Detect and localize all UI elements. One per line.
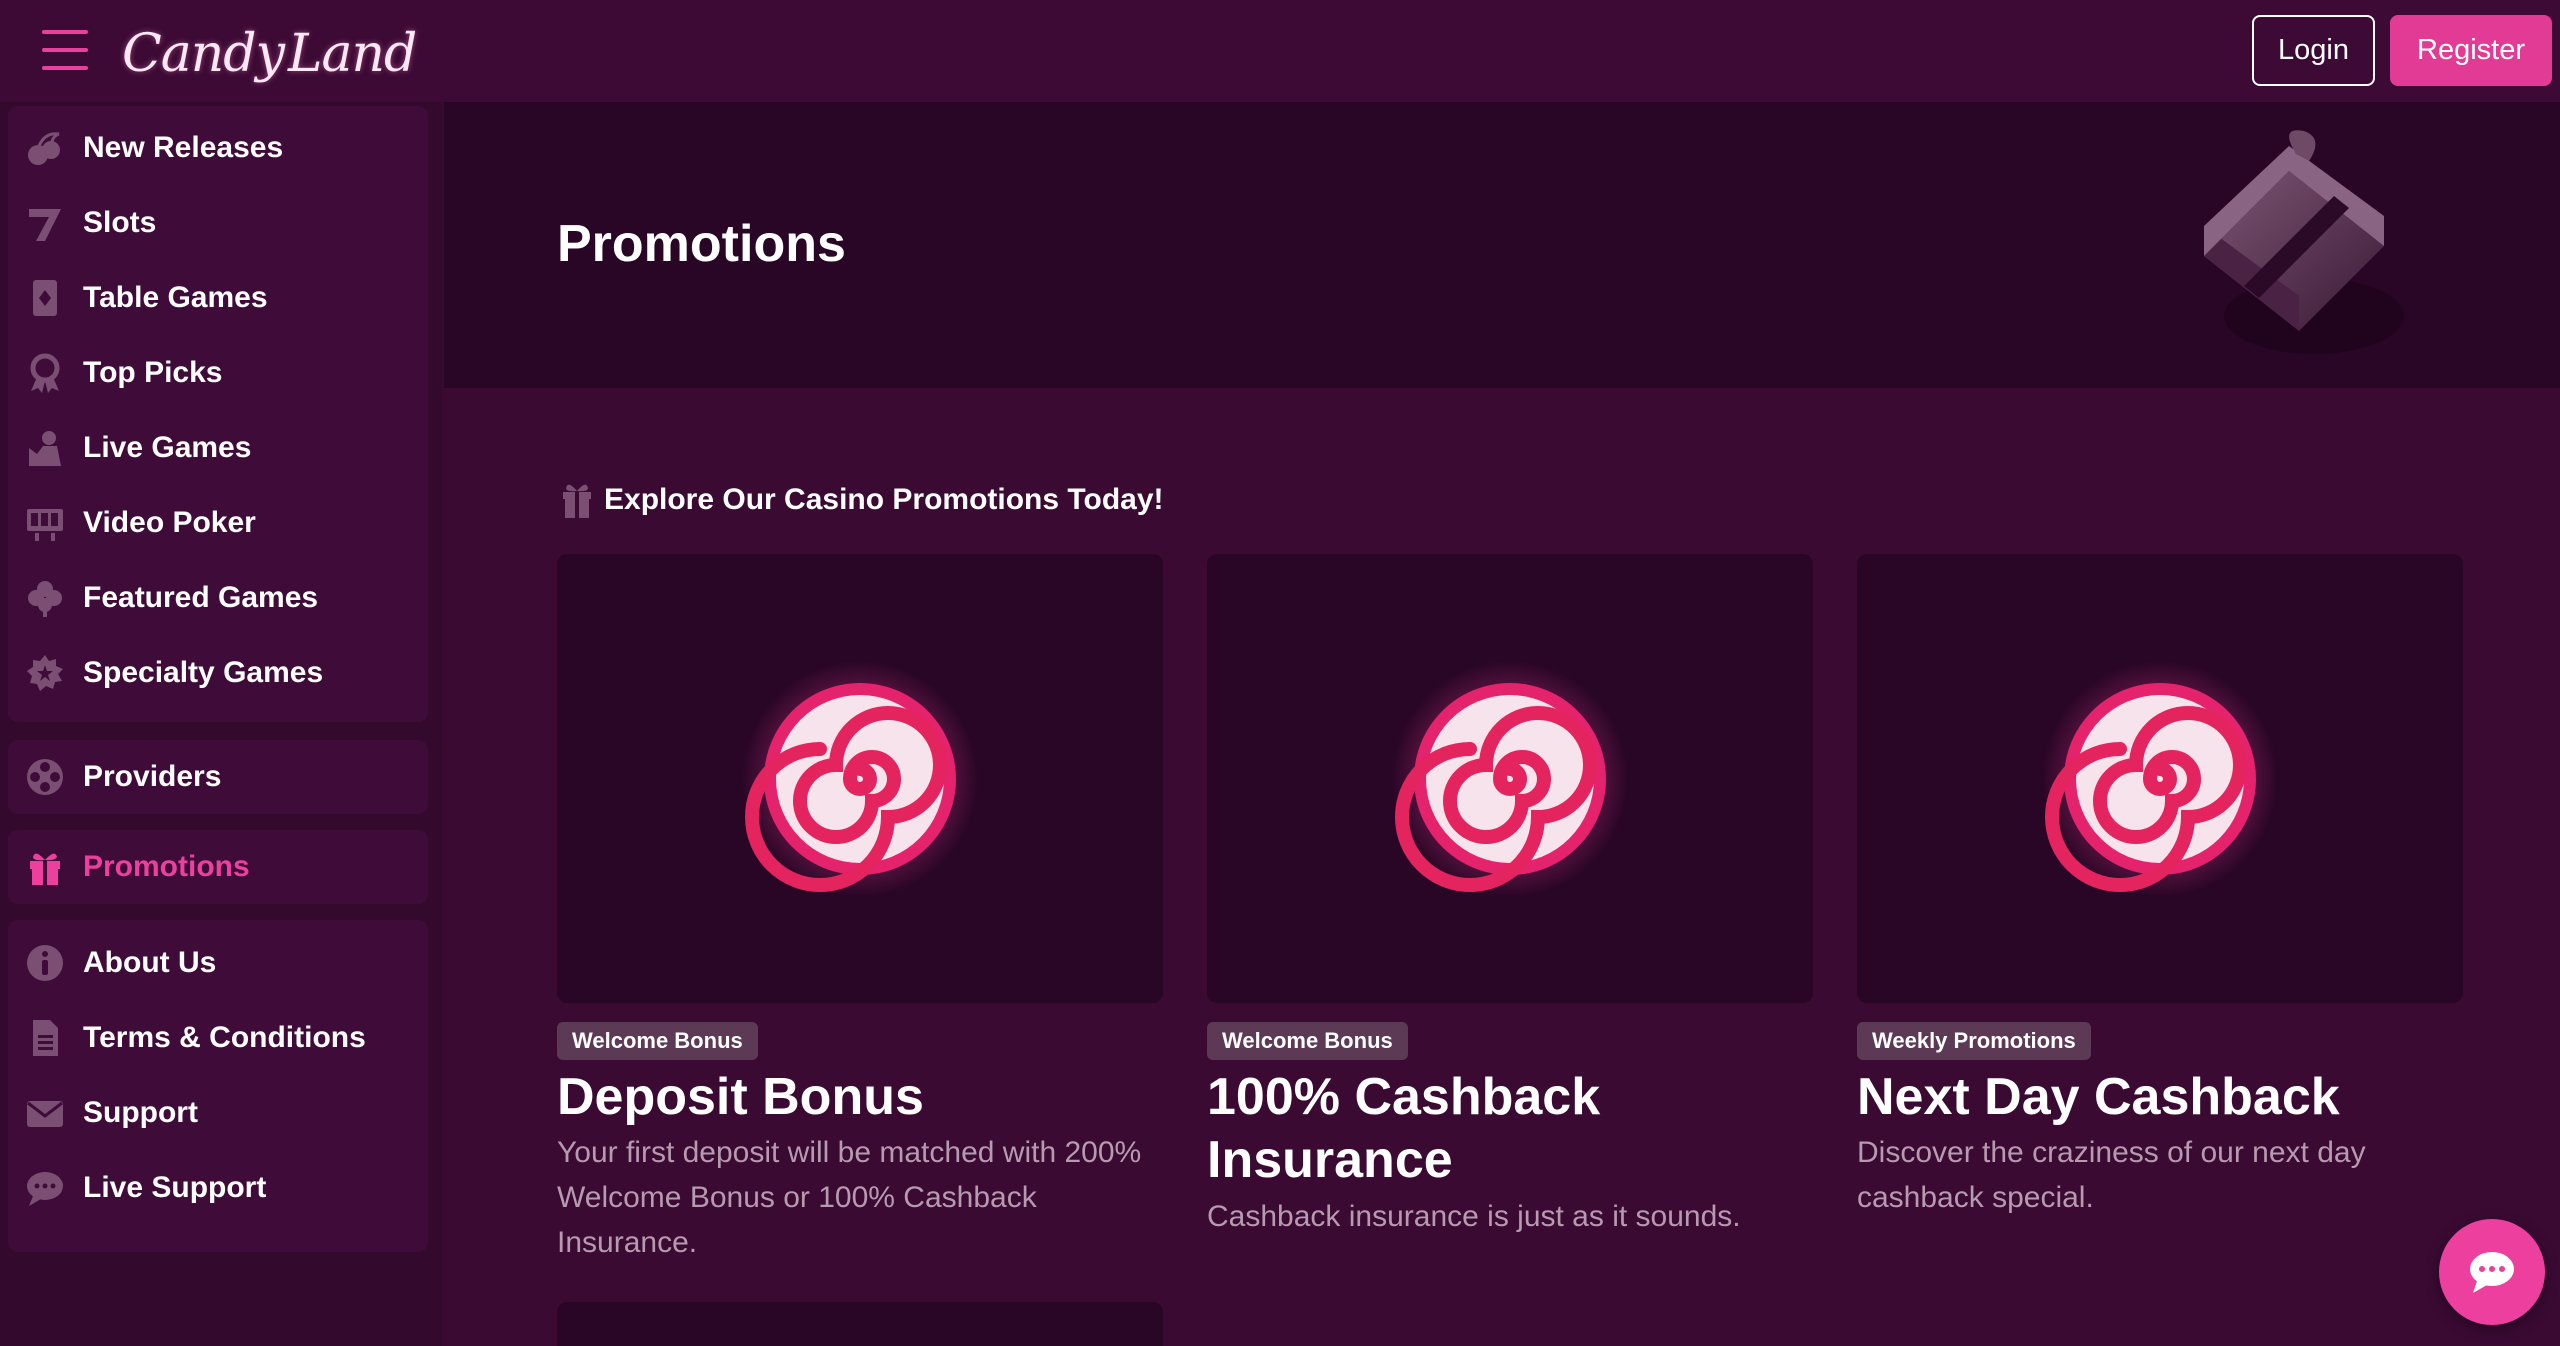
sidebar-group-info: About Us Terms & Conditions Support Live…	[8, 920, 428, 1252]
gift-box-illustration-icon	[2204, 130, 2404, 354]
promotion-card-image	[1857, 554, 2463, 1003]
sidebar-item-terms-conditions[interactable]: Terms & Conditions	[8, 1006, 428, 1070]
swirl-candy-icon	[1392, 660, 1628, 897]
promotion-description: Discover the craziness of our next day c…	[1857, 1136, 2366, 1214]
swirl-candy-icon	[2042, 660, 2278, 897]
sidebar-item-label: About Us	[83, 946, 217, 979]
promotion-description: Your first deposit will be matched with …	[557, 1136, 1142, 1259]
sidebar-item-new-releases[interactable]: New Releases	[8, 116, 428, 180]
promotions-content: Explore Our Casino Promotions Today! Wel…	[444, 388, 2560, 1346]
sidebar-item-table-games[interactable]: Table Games	[8, 266, 428, 330]
document-icon	[24, 1017, 66, 1059]
sidebar-item-label: Live Support	[83, 1171, 267, 1204]
promotions-heading: Explore Our Casino Promotions Today!	[560, 480, 1164, 520]
promotion-title: 100% Cashback Insurance	[1207, 1068, 1601, 1189]
sidebar-item-label: Specialty Games	[83, 656, 324, 689]
promotion-description: Cashback insurance is just as it sounds.	[1207, 1200, 1741, 1233]
sidebar-item-label: Providers	[83, 760, 222, 793]
sidebar-item-featured-games[interactable]: Featured Games	[8, 566, 428, 630]
promotion-card-partial[interactable]	[557, 1302, 1163, 1346]
promotion-title: Deposit Bonus	[557, 1068, 924, 1126]
sidebar-group-games: New Releases Slots Table Games Top Picks…	[8, 106, 428, 722]
sidebar-item-providers[interactable]: Providers	[8, 745, 428, 809]
chat-bubble-icon	[24, 1167, 66, 1209]
sidebar-item-video-poker[interactable]: Video Poker	[8, 491, 428, 555]
sidebar-item-live-games[interactable]: Live Games	[8, 416, 428, 480]
sidebar-group-promotions: Promotions	[8, 830, 428, 904]
cherries-icon	[24, 127, 66, 169]
promotion-card-cashback-insurance[interactable]: Welcome Bonus 100% Cashback Insurance Ca…	[1207, 554, 1813, 1274]
film-reel-icon	[24, 756, 66, 798]
sidebar-item-label: Top Picks	[83, 356, 223, 389]
promotion-title: Next Day Cashback	[1857, 1068, 2340, 1126]
sidebar-item-live-support[interactable]: Live Support	[8, 1156, 428, 1220]
sidebar-item-slots[interactable]: Slots	[8, 191, 428, 255]
seven-icon	[24, 202, 66, 244]
promotion-category-badge: Welcome Bonus	[1207, 1022, 1408, 1060]
sidebar-item-label: Featured Games	[83, 581, 319, 614]
sidebar-item-label: Video Poker	[83, 506, 256, 539]
promotion-category-badge: Weekly Promotions	[1857, 1022, 2091, 1060]
logo-text-right: Land	[287, 24, 417, 84]
promotion-card-next-day-cashback[interactable]: Weekly Promotions Next Day Cashback Disc…	[1857, 554, 2463, 1274]
logo-text-left: Candy	[122, 24, 285, 84]
sidebar-item-support[interactable]: Support	[8, 1081, 428, 1145]
promotion-card-image	[1207, 554, 1813, 1003]
poker-machine-icon	[24, 502, 66, 544]
sidebar-item-label: Table Games	[83, 281, 268, 314]
sidebar-item-label: Slots	[83, 206, 157, 239]
award-ribbon-icon	[24, 352, 66, 394]
promotion-category-badge: Welcome Bonus	[557, 1022, 758, 1060]
register-button[interactable]: Register	[2390, 15, 2552, 86]
clover-icon	[24, 577, 66, 619]
sidebar-item-specialty-games[interactable]: Specialty Games	[8, 641, 428, 705]
sidebar-item-label: Promotions	[83, 850, 250, 883]
sidebar-item-label: Terms & Conditions	[83, 1021, 366, 1054]
candyland-logo[interactable]: Candy Land	[122, 12, 417, 96]
promotion-card-image	[557, 554, 1163, 1003]
top-navigation-bar: Candy Land Login Register	[0, 0, 2560, 102]
live-chat-button[interactable]	[2439, 1219, 2545, 1325]
gift-icon	[563, 484, 591, 518]
gear-star-icon	[24, 652, 66, 694]
page-title: Promotions	[557, 215, 846, 273]
sidebar-group-providers: Providers	[8, 740, 428, 814]
chat-bubble-icon	[2470, 1252, 2514, 1293]
sidebar-item-about-us[interactable]: About Us	[8, 931, 428, 995]
sidebar: New Releases Slots Table Games Top Picks…	[0, 102, 442, 1346]
sidebar-item-top-picks[interactable]: Top Picks	[8, 341, 428, 405]
promotion-card-deposit-bonus[interactable]: Welcome Bonus Deposit Bonus Your first d…	[557, 554, 1163, 1274]
sidebar-item-label: Live Games	[83, 431, 252, 464]
envelope-icon	[24, 1092, 66, 1134]
info-icon	[24, 942, 66, 984]
gift-icon	[24, 846, 66, 888]
sidebar-item-label: Support	[83, 1096, 198, 1129]
sidebar-item-promotions[interactable]: Promotions	[8, 835, 428, 899]
dealer-icon	[24, 427, 66, 469]
playing-card-icon	[24, 277, 66, 319]
sidebar-item-label: New Releases	[83, 131, 284, 164]
promotions-hero-banner: Promotions	[444, 102, 2560, 388]
swirl-candy-icon	[742, 660, 978, 897]
promotions-heading-text: Explore Our Casino Promotions Today!	[604, 483, 1164, 516]
hamburger-menu-icon[interactable]	[42, 30, 88, 70]
login-button[interactable]: Login	[2252, 15, 2375, 86]
